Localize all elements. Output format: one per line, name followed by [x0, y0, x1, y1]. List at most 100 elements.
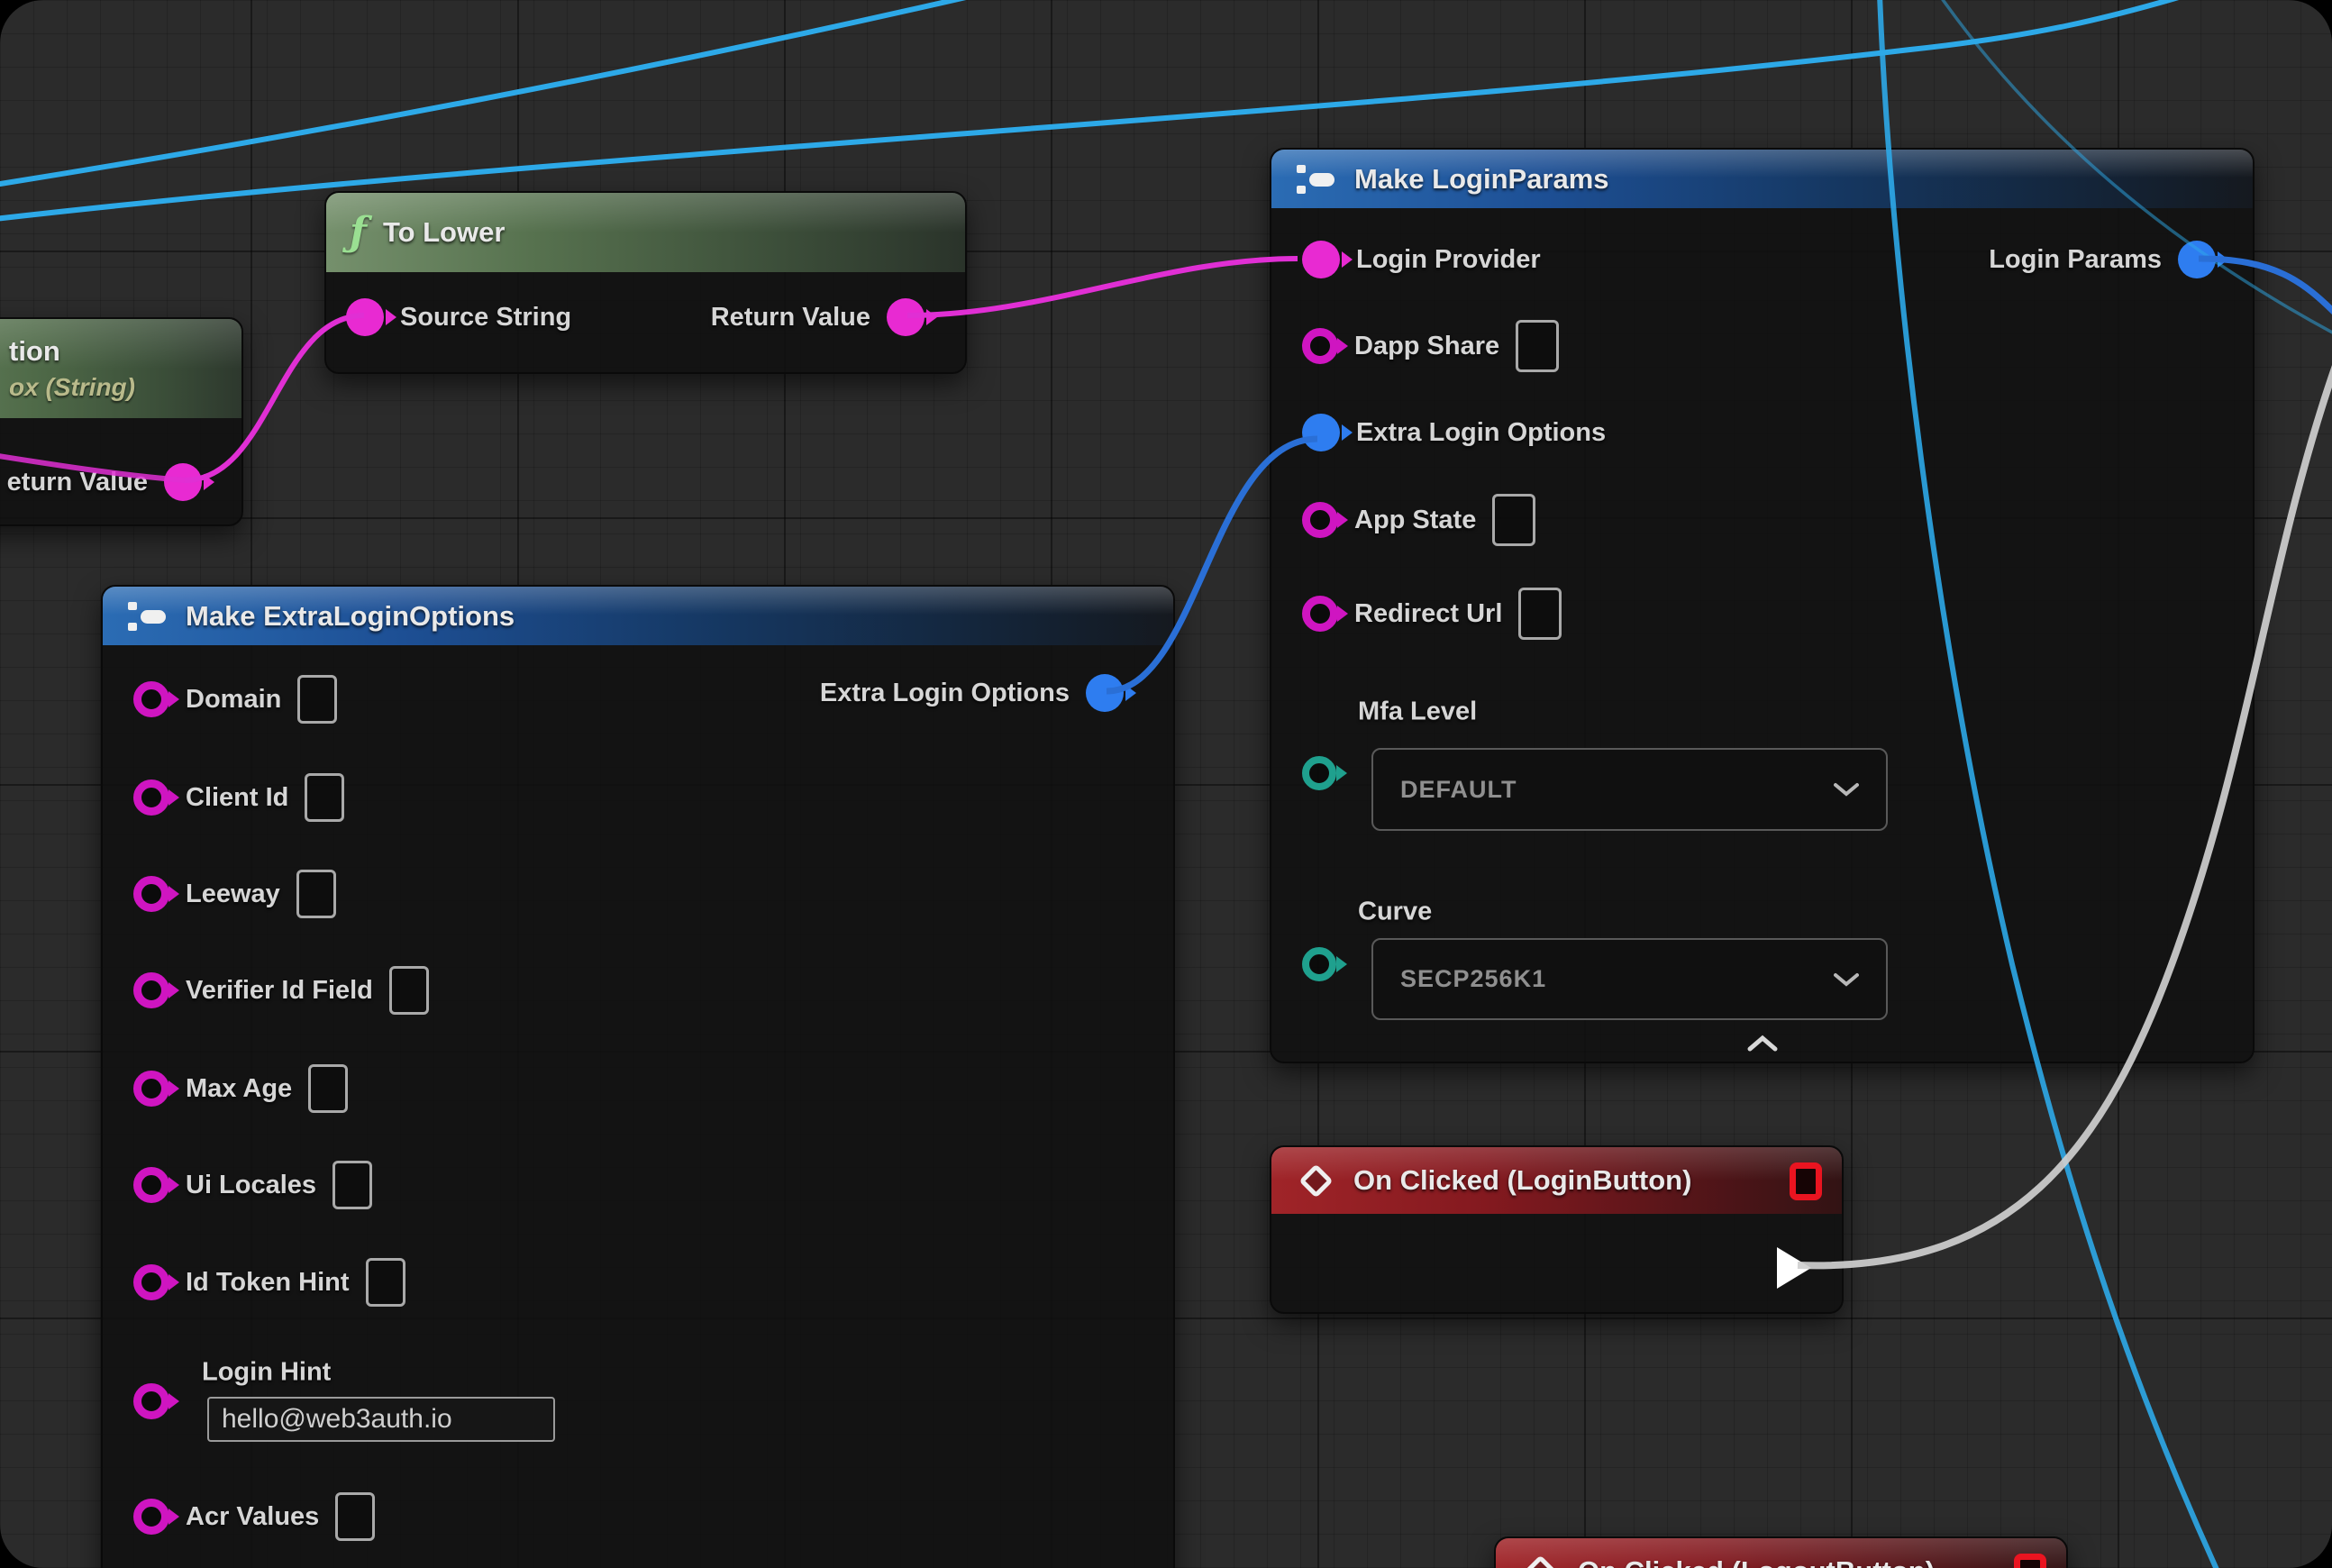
node-title: Make ExtraLoginOptions [186, 600, 515, 633]
pin-label: Curve [1358, 898, 1432, 927]
string-input-pin[interactable] [133, 681, 169, 717]
node-on-clicked-logout-button[interactable]: On Clicked (LogoutButton) [1494, 1536, 2068, 1568]
chevron-down-icon [1834, 782, 1859, 797]
node-title: To Lower [383, 216, 505, 249]
pin-row: eturn Value [7, 463, 202, 501]
pin-label: Acr Values [186, 1502, 319, 1532]
pin-label: Redirect Url [1354, 599, 1502, 629]
pin-label: Return Value [711, 303, 870, 333]
pin-label: Verifier Id Field [186, 976, 373, 1006]
exec-output-pin[interactable] [1777, 1247, 1811, 1289]
pin-row: Domain [133, 675, 337, 724]
dropdown-value: SECP256K1 [1400, 965, 1546, 993]
pin-row: Max Age [133, 1064, 348, 1113]
pin-label: Domain [186, 685, 281, 715]
dropdown-value: DEFAULT [1400, 776, 1517, 804]
string-output-pin[interactable] [887, 298, 925, 336]
pin-row: Return Value [711, 298, 925, 336]
string-input-pin[interactable] [1302, 596, 1338, 632]
struct-input-pin[interactable] [1302, 414, 1340, 451]
node-header[interactable]: tion ox (String) [0, 319, 241, 418]
collapse-node-chevron-icon[interactable] [1744, 1035, 1781, 1053]
string-input-pin[interactable] [1302, 502, 1338, 538]
string-input-pin[interactable] [133, 972, 169, 1008]
string-input-pin[interactable] [133, 779, 169, 816]
string-input-pin[interactable] [133, 1071, 169, 1107]
pin-row: Extra Login Options [820, 674, 1124, 712]
event-diamond-icon [1298, 1163, 1333, 1198]
string-input-pin[interactable] [133, 1499, 169, 1535]
string-input-pin[interactable] [133, 1264, 169, 1300]
pin-label: Dapp Share [1354, 332, 1499, 361]
string-output-pin[interactable] [164, 463, 202, 501]
node-title: Make LoginParams [1354, 163, 1609, 196]
node-partial-function[interactable]: tion ox (String) eturn Value [0, 317, 243, 526]
pin-row: App State [1302, 494, 1535, 546]
string-input-pin[interactable] [133, 876, 169, 912]
checkbox[interactable] [297, 675, 337, 724]
checkbox[interactable] [296, 870, 336, 918]
pin-label: Login Provider [1356, 245, 1541, 275]
checkbox[interactable] [332, 1161, 372, 1209]
pin-label: Extra Login Options [820, 679, 1070, 708]
make-struct-icon [1295, 163, 1338, 196]
checkbox[interactable] [308, 1064, 348, 1113]
enum-input-pin[interactable] [1302, 756, 1336, 790]
node-title: On Clicked (LogoutButton) [1578, 1555, 1935, 1568]
pin-row: Redirect Url [1302, 588, 1562, 640]
mfa-level-dropdown[interactable]: DEFAULT [1371, 748, 1888, 831]
string-input-pin[interactable] [1302, 241, 1340, 278]
struct-output-pin[interactable] [1086, 674, 1124, 712]
pin-row: Login Provider [1302, 241, 1541, 278]
checkbox[interactable] [366, 1258, 405, 1307]
node-make-extra-login-options[interactable]: Make ExtraLoginOptions Extra Login Optio… [101, 585, 1175, 1568]
string-input-pin[interactable] [133, 1167, 169, 1203]
checkbox[interactable] [389, 966, 429, 1015]
string-input-pin[interactable] [1302, 328, 1338, 364]
pin-row: Client Id [133, 773, 344, 822]
pin-label: Leeway [186, 880, 280, 909]
node-on-clicked-login-button[interactable]: On Clicked (LoginButton) [1270, 1145, 1844, 1314]
node-header[interactable]: On Clicked (LoginButton) [1271, 1147, 1842, 1214]
pure-function-icon: ƒ [350, 213, 367, 252]
event-diamond-icon [1523, 1554, 1557, 1568]
checkbox[interactable] [305, 773, 344, 822]
pin-row: Verifier Id Field [133, 966, 429, 1015]
pin-row: Id Token Hint [133, 1258, 405, 1307]
pin-label: eturn Value [7, 468, 148, 497]
node-make-login-params[interactable]: Make LoginParams Login Provider Login Pa… [1270, 148, 2255, 1063]
pin-row: Login Params [1989, 241, 2216, 278]
checkbox[interactable] [1516, 320, 1559, 372]
node-header[interactable]: Make LoginParams [1271, 150, 2253, 208]
pin-row: Leeway [133, 870, 336, 918]
bound-widget-indicator-icon[interactable] [1790, 1162, 1822, 1200]
curve-dropdown[interactable]: SECP256K1 [1371, 938, 1888, 1020]
node-subtitle-fragment: ox (String) [9, 373, 135, 402]
struct-output-pin[interactable] [2178, 241, 2216, 278]
node-header[interactable]: On Clicked (LogoutButton) [1496, 1538, 2066, 1568]
pin-label: App State [1354, 506, 1476, 535]
node-header[interactable]: ƒ To Lower [326, 193, 965, 272]
blueprint-graph-canvas[interactable]: tion ox (String) eturn Value ƒ To Lower … [0, 0, 2332, 1568]
pin-label: Max Age [186, 1074, 292, 1104]
pin-label: Client Id [186, 783, 288, 813]
checkbox[interactable] [335, 1492, 375, 1541]
string-input-pin[interactable] [133, 1383, 169, 1419]
bound-widget-indicator-icon[interactable] [2014, 1554, 2046, 1568]
node-title: On Clicked (LoginButton) [1353, 1164, 1691, 1197]
pin-label: Source String [400, 303, 571, 333]
node-to-lower[interactable]: ƒ To Lower Source String Return Value [324, 191, 967, 374]
enum-input-pin[interactable] [1302, 947, 1336, 981]
checkbox[interactable] [1518, 588, 1562, 640]
string-input-pin[interactable] [346, 298, 384, 336]
checkbox[interactable] [1492, 494, 1535, 546]
screenshot-frame: tion ox (String) eturn Value ƒ To Lower … [0, 0, 2332, 1568]
pin-row: Source String [346, 298, 571, 336]
pin-row: Dapp Share [1302, 320, 1559, 372]
node-header[interactable]: Make ExtraLoginOptions [103, 587, 1173, 645]
login-hint-input[interactable] [207, 1397, 555, 1442]
wire-cyan-top-1 [0, 0, 978, 185]
pin-row: Ui Locales [133, 1161, 372, 1209]
pin-label: Id Token Hint [186, 1268, 350, 1298]
pin-label: Extra Login Options [1356, 418, 1606, 448]
